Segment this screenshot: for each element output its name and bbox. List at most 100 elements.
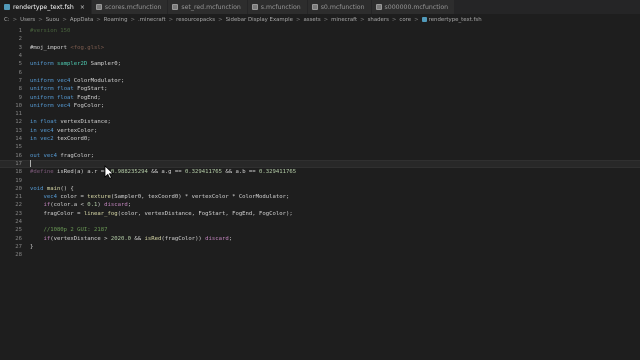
code-line[interactable]: 19 [0, 176, 640, 184]
code-token: uniform [30, 77, 57, 84]
code-token: sampler2D [56, 61, 91, 68]
code-token: discard [205, 235, 229, 242]
code-text: in vec4 vertexColor; [30, 128, 97, 134]
code-line[interactable]: 14 in vec2 texCoord0; [0, 135, 640, 143]
line-number: 27 [15, 243, 22, 250]
code-line[interactable]: 21 vec4 color = texture(Sampler0, texCoo… [0, 193, 640, 201]
code-line[interactable]: 9 uniform float FogEnd; [0, 93, 640, 101]
code-text: in vec2 texCoord0; [30, 136, 91, 142]
code-text: #define isRed(a) a.r == 0.988235294 && a… [30, 169, 296, 175]
code-line[interactable]: 24 [0, 218, 640, 226]
code-token: vec4 [56, 77, 74, 84]
chevron-right-icon: > [130, 16, 136, 23]
code-token: 0.1 [87, 202, 98, 209]
breadcrumb-item[interactable]: resourcepacks [176, 17, 215, 23]
code-line[interactable]: 11 [0, 110, 640, 118]
code-line[interactable]: 12 in float vertexDistance; [0, 118, 640, 126]
code-line[interactable]: 27} [0, 243, 640, 251]
code-text: #version 150 [30, 28, 70, 34]
line-number: 2 [18, 36, 22, 43]
code-text: //1080p 2 GUI: 2187 [30, 227, 107, 233]
breadcrumb-item[interactable]: assets [303, 17, 320, 23]
tab-3[interactable]: s.mcfunction [247, 0, 308, 14]
code-line[interactable]: 22 if(color.a < 0.1) discard; [0, 201, 640, 209]
tab-label: s.mcfunction [260, 3, 301, 11]
tab-0[interactable]: rendertype_text.fsh × [0, 0, 92, 14]
close-icon[interactable]: × [80, 4, 85, 11]
code-token: texCoord0; [56, 136, 91, 143]
code-token: () { [60, 185, 74, 192]
code-line[interactable]: 10 uniform vec4 FogColor; [0, 102, 640, 110]
mcfunction-file-icon [311, 4, 318, 10]
code-line[interactable]: 8 uniform float FogStart; [0, 85, 640, 93]
chevron-right-icon: > [168, 16, 174, 23]
code-token: vec4 [56, 102, 74, 109]
chevron-right-icon: > [360, 16, 365, 23]
breadcrumb-item[interactable]: core [399, 17, 411, 23]
breadcrumb-item[interactable]: Suou [46, 17, 60, 23]
breadcrumb-item[interactable]: C: [4, 17, 10, 23]
tab-1[interactable]: scores.mcfunction [91, 0, 169, 14]
breadcrumb-item[interactable]: AppData [70, 17, 93, 23]
code-line[interactable]: 23 fragColor = linear_fog(color, vertexD… [0, 210, 640, 218]
breadcrumb-item[interactable]: Users [20, 17, 35, 23]
code-line[interactable]: 18 #define isRed(a) a.r == 0.988235294 &&… [0, 168, 640, 176]
code-token: } [30, 243, 34, 250]
chevron-right-icon: > [218, 16, 223, 23]
tab-5[interactable]: s000000.mcfunction [371, 0, 456, 14]
code-token: vertexDistance; [60, 119, 111, 126]
code-line[interactable]: 15 [0, 143, 640, 151]
code-text: uniform vec4 ColorModulator; [30, 78, 124, 84]
breadcrumb-item[interactable]: Sidebar Display Example [226, 17, 293, 23]
code-line[interactable]: 1 #version 150 [0, 27, 640, 35]
mcfunction-file-icon [251, 4, 258, 10]
code-token: FogColor; [73, 102, 105, 109]
code-line[interactable]: 13 in vec4 vertexColor; [0, 127, 640, 135]
code-line[interactable]: 25 //1080p 2 GUI: 2187 [0, 226, 640, 234]
code-text: uniform float FogStart; [30, 86, 107, 92]
breadcrumb-item[interactable]: shaders [368, 17, 389, 23]
code-line[interactable]: 16 out vec4 fragColor; [0, 152, 640, 160]
breadcrumb-item[interactable]: Roaming [104, 17, 128, 23]
text-cursor [30, 160, 31, 168]
code-token: (vertexDistance > [50, 235, 111, 242]
code-token: out [30, 152, 44, 159]
code-line[interactable]: 20 void main() { [0, 185, 640, 193]
tab-4[interactable]: s0.mcfunction [307, 0, 372, 14]
chevron-right-icon: > [414, 16, 419, 23]
code-token: ; [127, 202, 132, 209]
chevron-right-icon: > [295, 16, 301, 23]
code-token: fragColor = [30, 210, 84, 217]
code-token: isRed [144, 235, 162, 242]
line-number: 4 [18, 53, 22, 60]
code-line[interactable]: 3 #moj_import <fog.glsl> [0, 44, 640, 52]
code-editor[interactable]: 1 #version 150 2 3 #moj_import <fog.glsl> 4 5 u… [0, 25, 640, 360]
line-number: 28 [15, 252, 22, 259]
code-line[interactable]: 2 [0, 35, 640, 43]
code-token: in [30, 119, 41, 126]
code-line[interactable]: 4 [0, 52, 640, 60]
code-token: 0.329411765 [184, 169, 222, 176]
tab-label: set_red.mcfunction [181, 3, 241, 11]
code-line[interactable]: 26 if(vertexDistance > 2020.0 && isRed(f… [0, 235, 640, 243]
tab-label: rendertype_text.fsh [13, 3, 74, 11]
editor-tab-bar: rendertype_text.fsh × scores.mcfunction set… [0, 0, 640, 14]
code-text: in float vertexDistance; [30, 119, 111, 125]
tab-2[interactable]: set_red.mcfunction [168, 0, 248, 14]
breadcrumb-item[interactable]: .minecraft [138, 17, 166, 23]
code-token: vec4 [30, 194, 61, 201]
code-text: #moj_import <fog.glsl> [30, 45, 104, 51]
code-text: if(vertexDistance > 2020.0 && isRed(frag… [30, 236, 232, 242]
code-line[interactable]: 7 uniform vec4 ColorModulator; [0, 77, 640, 85]
breadcrumb-item[interactable]: rendertype_text.fsh [429, 17, 482, 23]
code-line[interactable]: 5 uniform sampler2D Sampler0; [0, 60, 640, 68]
code-token: && [131, 235, 145, 242]
breadcrumb-item[interactable]: minecraft [331, 17, 357, 23]
line-number: 9 [18, 94, 22, 101]
code-line[interactable]: 6 [0, 69, 640, 77]
mouse-pointer-icon [104, 165, 114, 179]
code-line[interactable]: 17 [0, 159, 640, 169]
code-line[interactable]: 28 [0, 251, 640, 259]
line-number: 14 [15, 136, 22, 143]
mcfunction-file-icon [172, 4, 179, 10]
